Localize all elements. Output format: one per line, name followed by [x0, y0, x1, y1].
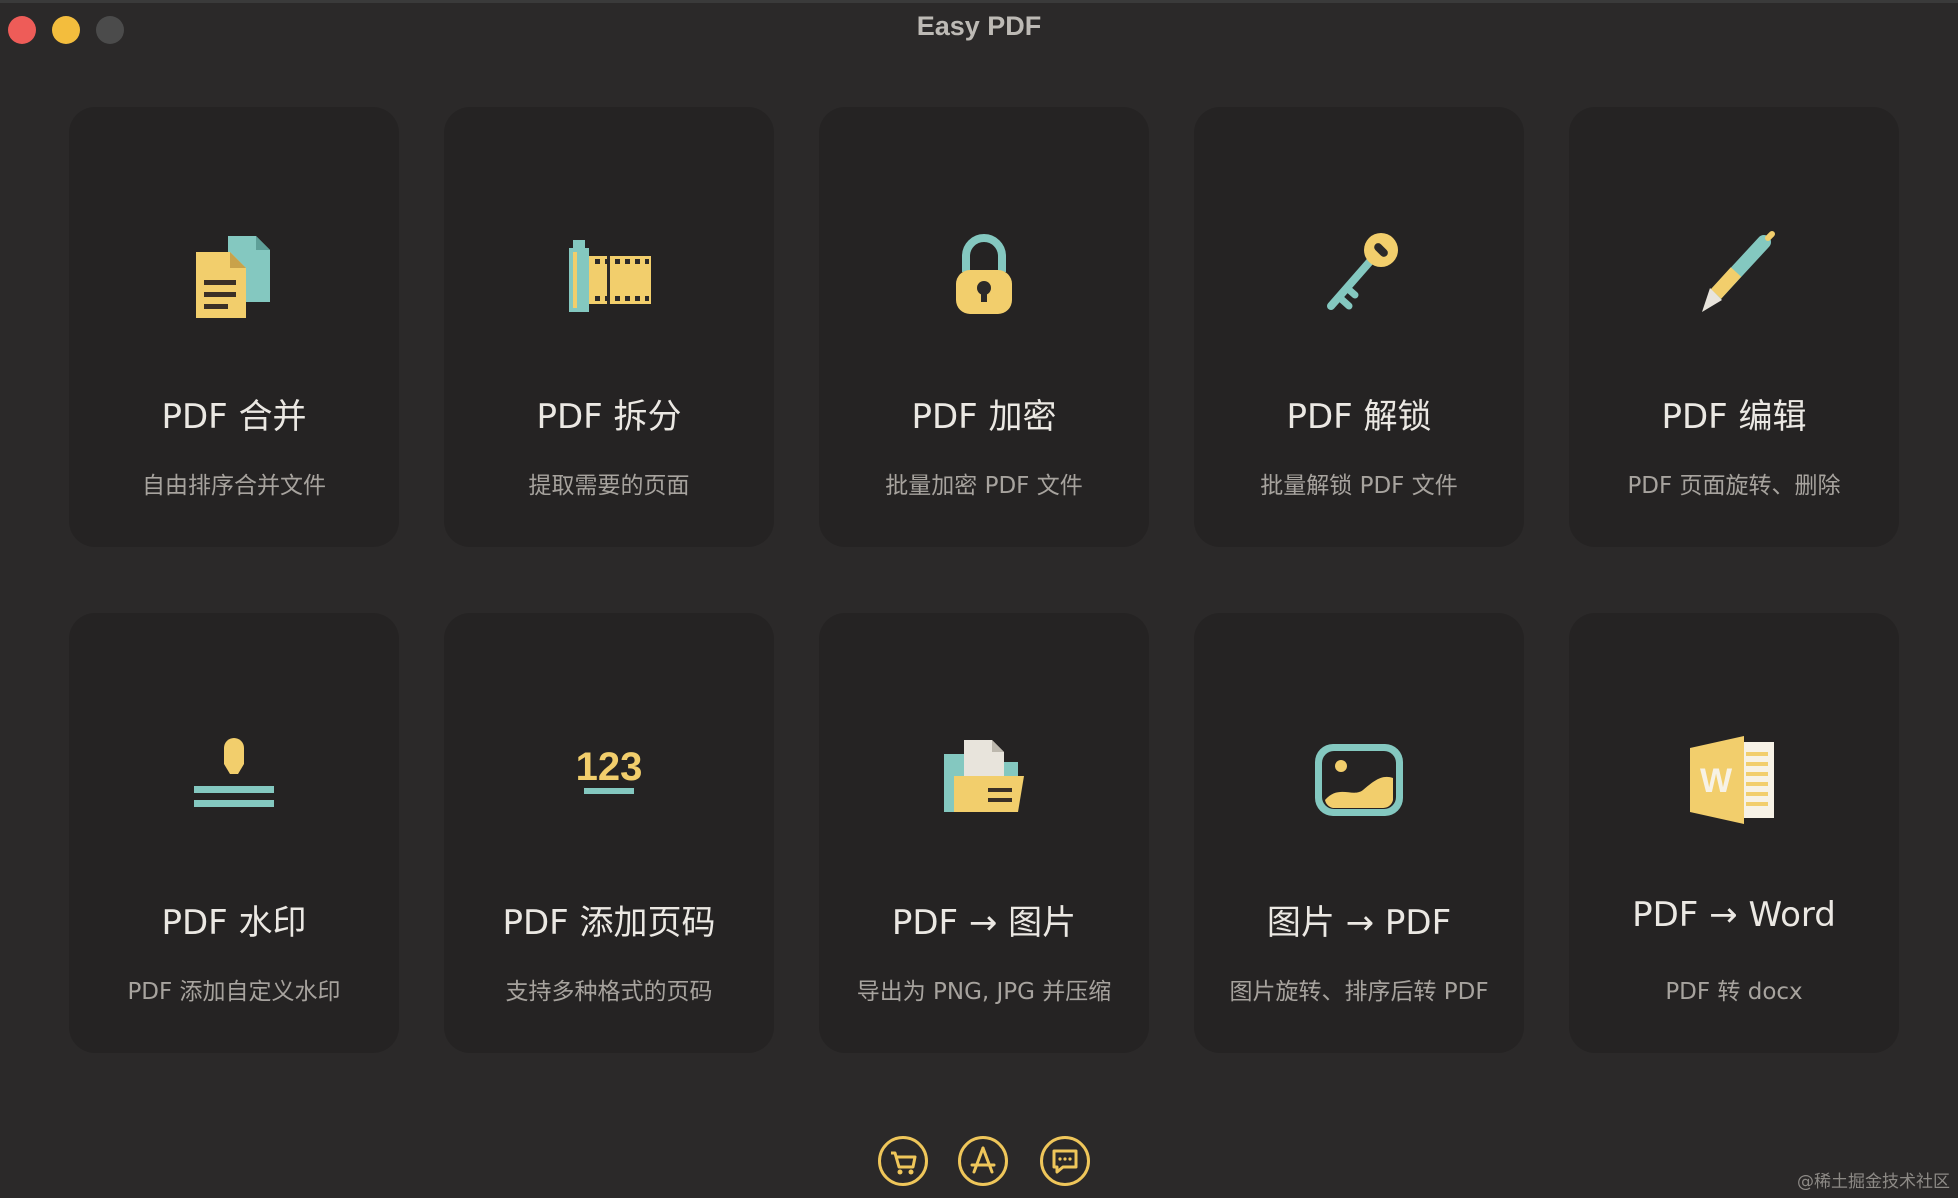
- tool-title: PDF 加密: [911, 397, 1057, 437]
- cart-icon: [891, 1151, 917, 1175]
- padlock-icon: [934, 222, 1034, 322]
- tool-description: PDF 转 docx: [1665, 979, 1803, 1005]
- tool-description: 导出为 PNG, JPG 并压缩: [856, 979, 1112, 1005]
- tool-description: 图片旋转、排序后转 PDF: [1229, 979, 1489, 1005]
- tool-description: PDF 添加自定义水印: [127, 979, 341, 1005]
- tool-card-pdf-to-image[interactable]: PDF → 图片 导出为 PNG, JPG 并压缩: [819, 613, 1149, 1053]
- tool-card-encrypt[interactable]: PDF 加密 批量加密 PDF 文件: [819, 107, 1149, 547]
- tool-card-unlock[interactable]: PDF 解锁 批量解锁 PDF 文件: [1194, 107, 1524, 547]
- watermark: @稀土掘金技术社区: [1797, 1172, 1950, 1192]
- film-split-icon: [559, 222, 659, 322]
- key-icon: [1309, 222, 1409, 322]
- tool-card-image-to-pdf[interactable]: 图片 → PDF 图片旋转、排序后转 PDF: [1194, 613, 1524, 1053]
- tool-card-page-number[interactable]: 123 PDF 添加页码 支持多种格式的页码: [444, 613, 774, 1053]
- word-icon: W: [1684, 728, 1784, 828]
- tool-title: PDF 水印: [161, 903, 307, 943]
- window-title: Easy PDF: [916, 11, 1042, 41]
- tool-title: PDF 拆分: [536, 397, 682, 437]
- merge-files-icon: [184, 222, 284, 322]
- pen-icon: [1684, 222, 1784, 322]
- image-icon: [1309, 728, 1409, 828]
- tool-title: PDF 解锁: [1286, 397, 1432, 437]
- tool-description: PDF 页面旋转、删除: [1627, 473, 1841, 499]
- app-store-button[interactable]: [958, 1136, 1008, 1186]
- title-bar: Easy PDF: [0, 3, 1958, 53]
- tool-card-merge[interactable]: PDF 合并 自由排序合并文件: [69, 107, 399, 547]
- tool-title: PDF 合并: [161, 397, 307, 437]
- page-number-icon: 123: [559, 728, 659, 828]
- tool-title: PDF → Word: [1632, 895, 1836, 935]
- folder-document-icon: [934, 728, 1034, 828]
- feedback-icon: [1052, 1149, 1078, 1174]
- tool-description: 支持多种格式的页码: [505, 979, 713, 1005]
- tool-description: 提取需要的页面: [528, 473, 690, 499]
- tool-title: PDF 编辑: [1661, 397, 1807, 437]
- tool-card-edit[interactable]: PDF 编辑 PDF 页面旋转、删除: [1569, 107, 1899, 547]
- tool-description: 批量加密 PDF 文件: [885, 473, 1083, 499]
- tool-title: 图片 → PDF: [1266, 903, 1452, 943]
- app-window: Easy PDF PDF 合并 自由排序合并文件 PDF 拆分 提取需要的页面 …: [0, 0, 1958, 1198]
- tool-description: 批量解锁 PDF 文件: [1260, 473, 1458, 499]
- tool-title: PDF → 图片: [891, 903, 1077, 943]
- page-number-icon-text: 123: [576, 745, 643, 789]
- word-icon-text: W: [1700, 762, 1733, 800]
- feedback-button[interactable]: [1040, 1136, 1090, 1186]
- tool-card-pdf-to-word[interactable]: W PDF → Word PDF 转 docx: [1569, 613, 1899, 1053]
- store-button[interactable]: [878, 1136, 928, 1186]
- tool-description: 自由排序合并文件: [142, 473, 326, 499]
- app-store-icon: [970, 1146, 996, 1174]
- stamp-icon: [184, 728, 284, 828]
- tool-card-watermark[interactable]: PDF 水印 PDF 添加自定义水印: [69, 613, 399, 1053]
- tool-card-split[interactable]: PDF 拆分 提取需要的页面: [444, 107, 774, 547]
- tool-title: PDF 添加页码: [502, 903, 716, 943]
